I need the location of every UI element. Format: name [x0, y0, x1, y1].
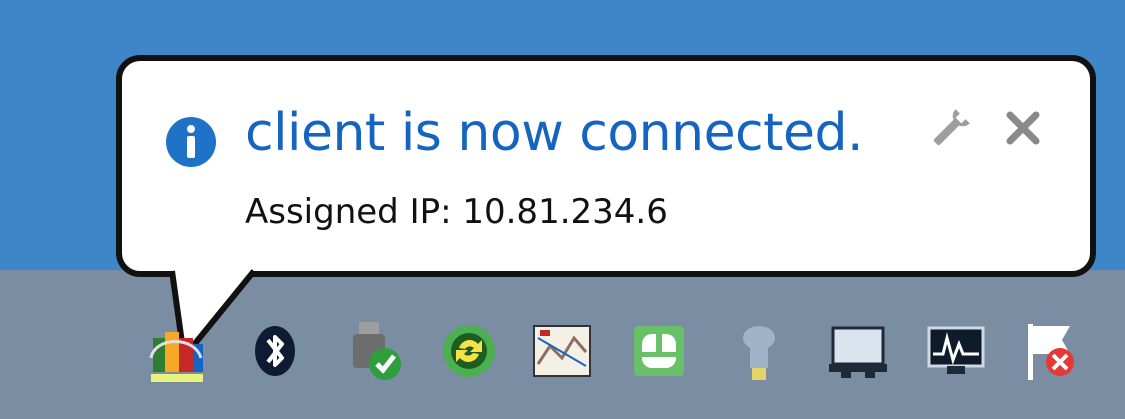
- close-icon[interactable]: [998, 101, 1048, 153]
- notification-message: Assigned IP: 10.81.234.6: [245, 192, 668, 232]
- usb-safely-remove-icon[interactable]: [343, 318, 405, 384]
- notification-balloon[interactable]: [116, 55, 1096, 277]
- info-icon: [166, 117, 216, 167]
- monitor-activity-icon[interactable]: [925, 318, 987, 384]
- action-center-flag-icon[interactable]: [1020, 318, 1082, 384]
- bluetooth-icon[interactable]: [244, 318, 306, 384]
- green-app-icon[interactable]: [628, 318, 690, 384]
- vpn-client-icon[interactable]: [145, 318, 207, 384]
- sync-icon[interactable]: [438, 318, 500, 384]
- display-icon[interactable]: [827, 318, 889, 384]
- network-map-icon[interactable]: [530, 318, 592, 384]
- notification-title: client is now connected.: [245, 103, 864, 163]
- wrench-icon[interactable]: [925, 105, 975, 153]
- lightbulb-icon[interactable]: [728, 318, 790, 384]
